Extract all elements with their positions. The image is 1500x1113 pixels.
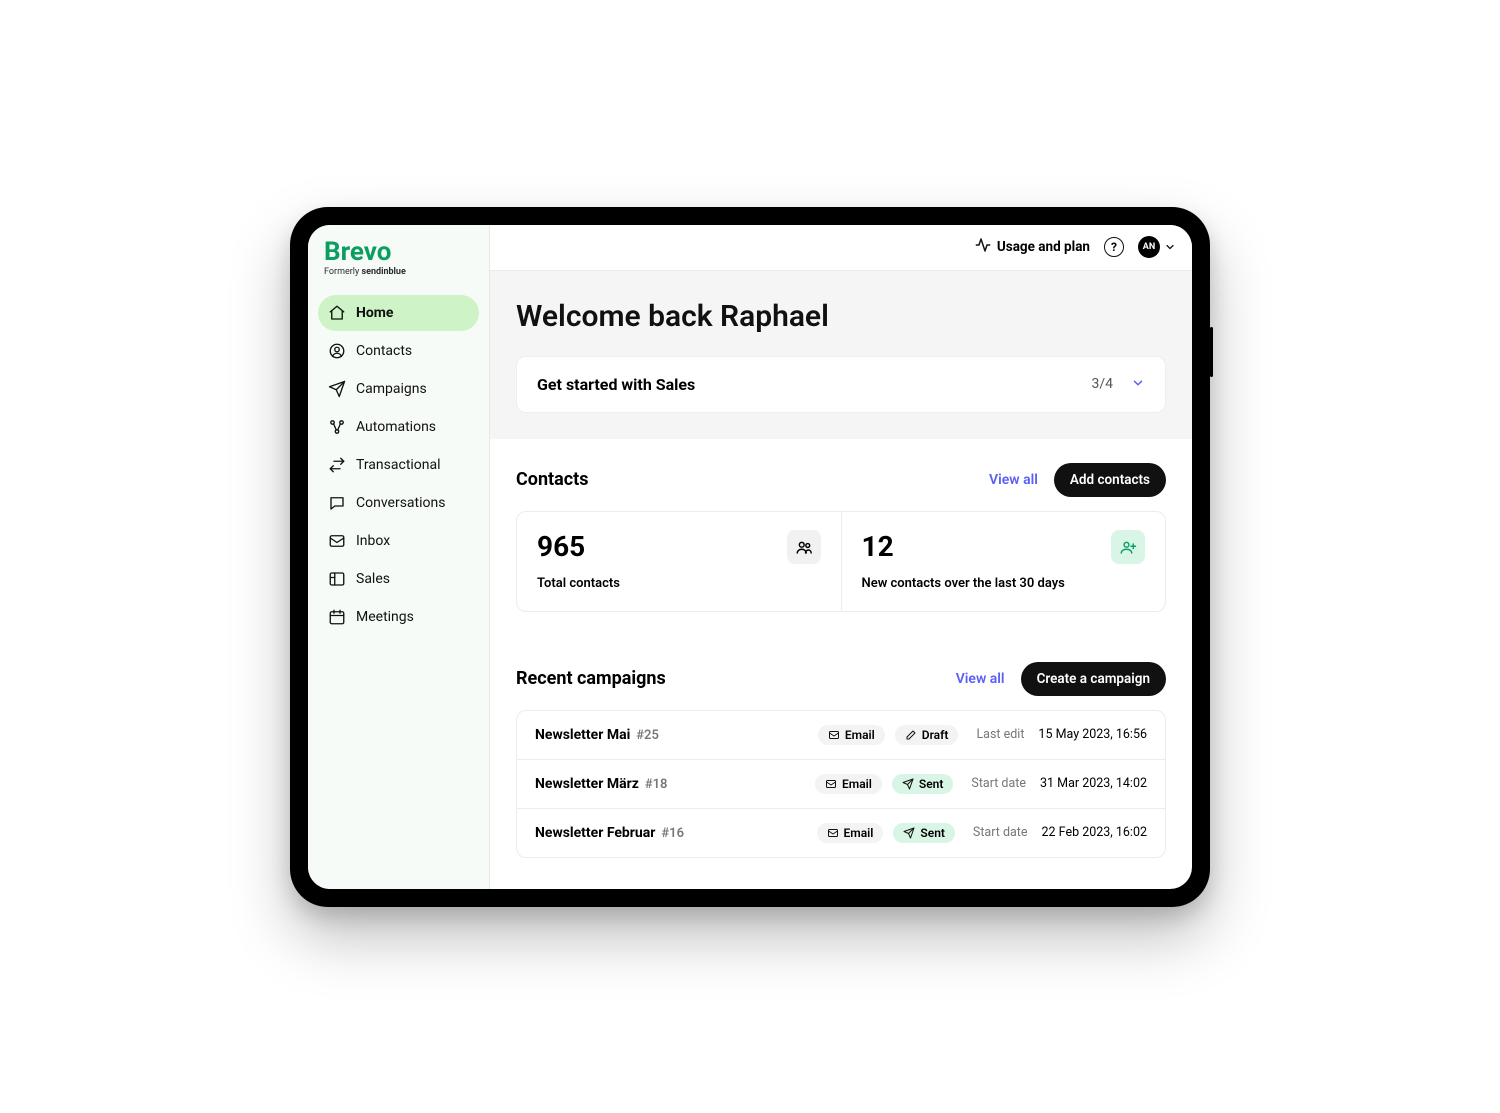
topbar: Usage and plan ? AN <box>490 225 1192 271</box>
stat-value: 12 <box>862 530 894 563</box>
user-plus-icon <box>1111 530 1145 564</box>
activity-icon <box>975 237 991 257</box>
sidebar-item-automations[interactable]: Automations <box>318 409 479 445</box>
onboarding-card[interactable]: Get started with Sales 3/4 <box>516 356 1166 413</box>
campaign-meta-label: Last edit <box>976 727 1024 742</box>
campaign-row[interactable]: Newsletter März #18 Email Sent Start date 31 … <box>517 759 1165 808</box>
sidebar-item-conversations[interactable]: Conversations <box>318 485 479 521</box>
chevron-down-icon <box>1131 375 1145 394</box>
sidebar-item-campaigns[interactable]: Campaigns <box>318 371 479 407</box>
campaigns-title: Recent campaigns <box>516 668 666 689</box>
campaigns-view-all-link[interactable]: View all <box>956 671 1005 687</box>
type-badge: Email <box>817 823 884 843</box>
type-badge: Email <box>815 774 882 794</box>
help-icon: ? <box>1111 240 1117 254</box>
calendar-icon <box>328 608 346 626</box>
campaign-name: Newsletter Februar <box>535 825 655 841</box>
brand-block: Brevo Formerly sendinblue <box>318 239 479 291</box>
sidebar-item-label: Automations <box>356 419 436 435</box>
stat-label: New contacts over the last 30 days <box>862 576 1146 591</box>
campaign-meta-value: 31 Mar 2023, 14:02 <box>1040 776 1147 791</box>
chevron-down-icon <box>1164 238 1176 257</box>
contacts-stat-grid: 965 Total contacts 12 New contacts over the… <box>516 511 1166 612</box>
status-badge: Sent <box>892 774 954 794</box>
sidebar-item-contacts[interactable]: Contacts <box>318 333 479 369</box>
send-icon <box>328 380 346 398</box>
sidebar-item-label: Conversations <box>356 495 445 511</box>
campaign-id: #25 <box>636 728 659 743</box>
add-contacts-button[interactable]: Add contacts <box>1054 463 1166 497</box>
usage-and-plan-button[interactable]: Usage and plan <box>975 237 1090 257</box>
campaigns-section: Recent campaigns View all Create a campa… <box>516 644 1166 858</box>
account-menu[interactable]: AN <box>1138 236 1176 258</box>
sidebar-item-label: Contacts <box>356 343 412 359</box>
contacts-title: Contacts <box>516 469 588 490</box>
onboarding-title: Get started with Sales <box>537 375 695 394</box>
campaign-meta-value: 15 May 2023, 16:56 <box>1038 727 1147 742</box>
sidebar-item-label: Home <box>356 305 393 321</box>
campaign-meta-value: 22 Feb 2023, 16:02 <box>1042 825 1147 840</box>
usage-label: Usage and plan <box>997 239 1090 255</box>
stat-card[interactable]: 965 Total contacts <box>517 512 841 611</box>
campaign-row[interactable]: Newsletter Februar #16 Email Sent Start date… <box>517 808 1165 857</box>
type-label: Email <box>844 826 874 840</box>
main-area: Usage and plan ? AN Welcome back Raphael… <box>490 225 1192 889</box>
stat-card[interactable]: 12 New contacts over the last 30 days <box>841 512 1166 611</box>
status-badge: Sent <box>893 823 955 843</box>
campaign-name: Newsletter März <box>535 776 639 792</box>
brand-logo: Brevo <box>324 239 473 265</box>
status-label: Sent <box>920 826 945 840</box>
sidebar-item-label: Meetings <box>356 609 414 625</box>
type-label: Email <box>842 777 872 791</box>
device-frame: Brevo Formerly sendinblue Home Contacts Ca… <box>290 207 1210 907</box>
contacts-section-head: Contacts View all Add contacts <box>516 445 1166 511</box>
content: Contacts View all Add contacts 965 Total … <box>490 439 1192 889</box>
sidebar-item-label: Inbox <box>356 533 390 549</box>
onboarding-meta: 3/4 <box>1091 375 1145 394</box>
help-button[interactable]: ? <box>1104 237 1124 257</box>
campaign-id: #18 <box>645 777 668 792</box>
campaign-name: Newsletter Mai <box>535 727 630 743</box>
campaign-id: #16 <box>661 826 684 841</box>
campaign-meta-label: Start date <box>973 825 1028 840</box>
user-circle-icon <box>328 342 346 360</box>
chat-icon <box>328 494 346 512</box>
stat-label: Total contacts <box>537 576 821 591</box>
hero: Welcome back Raphael Get started with Sa… <box>490 271 1192 439</box>
type-badge: Email <box>818 725 885 745</box>
contacts-view-all-link[interactable]: View all <box>989 472 1038 488</box>
avatar: AN <box>1138 236 1160 258</box>
layout-icon <box>328 570 346 588</box>
sidebar-item-label: Transactional <box>356 457 441 473</box>
app-root: Brevo Formerly sendinblue Home Contacts Ca… <box>308 225 1192 889</box>
inbox-icon <box>328 532 346 550</box>
campaigns-section-head: Recent campaigns View all Create a campa… <box>516 644 1166 710</box>
status-label: Draft <box>922 728 949 742</box>
nodes-icon <box>328 418 346 436</box>
stat-value: 965 <box>537 530 585 563</box>
sidebar-item-sales[interactable]: Sales <box>318 561 479 597</box>
sidebar-item-inbox[interactable]: Inbox <box>318 523 479 559</box>
sidebar-nav: Home Contacts Campaigns Automations Transact… <box>318 295 479 635</box>
create-campaign-button[interactable]: Create a campaign <box>1021 662 1166 696</box>
onboarding-progress: 3/4 <box>1091 376 1113 392</box>
brand-tagline: Formerly sendinblue <box>324 267 473 277</box>
home-icon <box>328 304 346 322</box>
type-label: Email <box>845 728 875 742</box>
campaign-meta-label: Start date <box>971 776 1026 791</box>
campaign-row[interactable]: Newsletter Mai #25 Email Draft Last edit 15 M… <box>517 711 1165 759</box>
sidebar-item-transactional[interactable]: Transactional <box>318 447 479 483</box>
status-badge: Draft <box>895 725 959 745</box>
campaigns-table: Newsletter Mai #25 Email Draft Last edit 15 M… <box>516 710 1166 858</box>
sidebar: Brevo Formerly sendinblue Home Contacts Ca… <box>308 225 490 889</box>
sidebar-item-label: Sales <box>356 571 390 587</box>
sidebar-item-home[interactable]: Home <box>318 295 479 331</box>
swap-icon <box>328 456 346 474</box>
status-label: Sent <box>919 777 944 791</box>
group-icon <box>787 530 821 564</box>
sidebar-item-meetings[interactable]: Meetings <box>318 599 479 635</box>
sidebar-item-label: Campaigns <box>356 381 427 397</box>
welcome-title: Welcome back Raphael <box>516 299 1166 334</box>
